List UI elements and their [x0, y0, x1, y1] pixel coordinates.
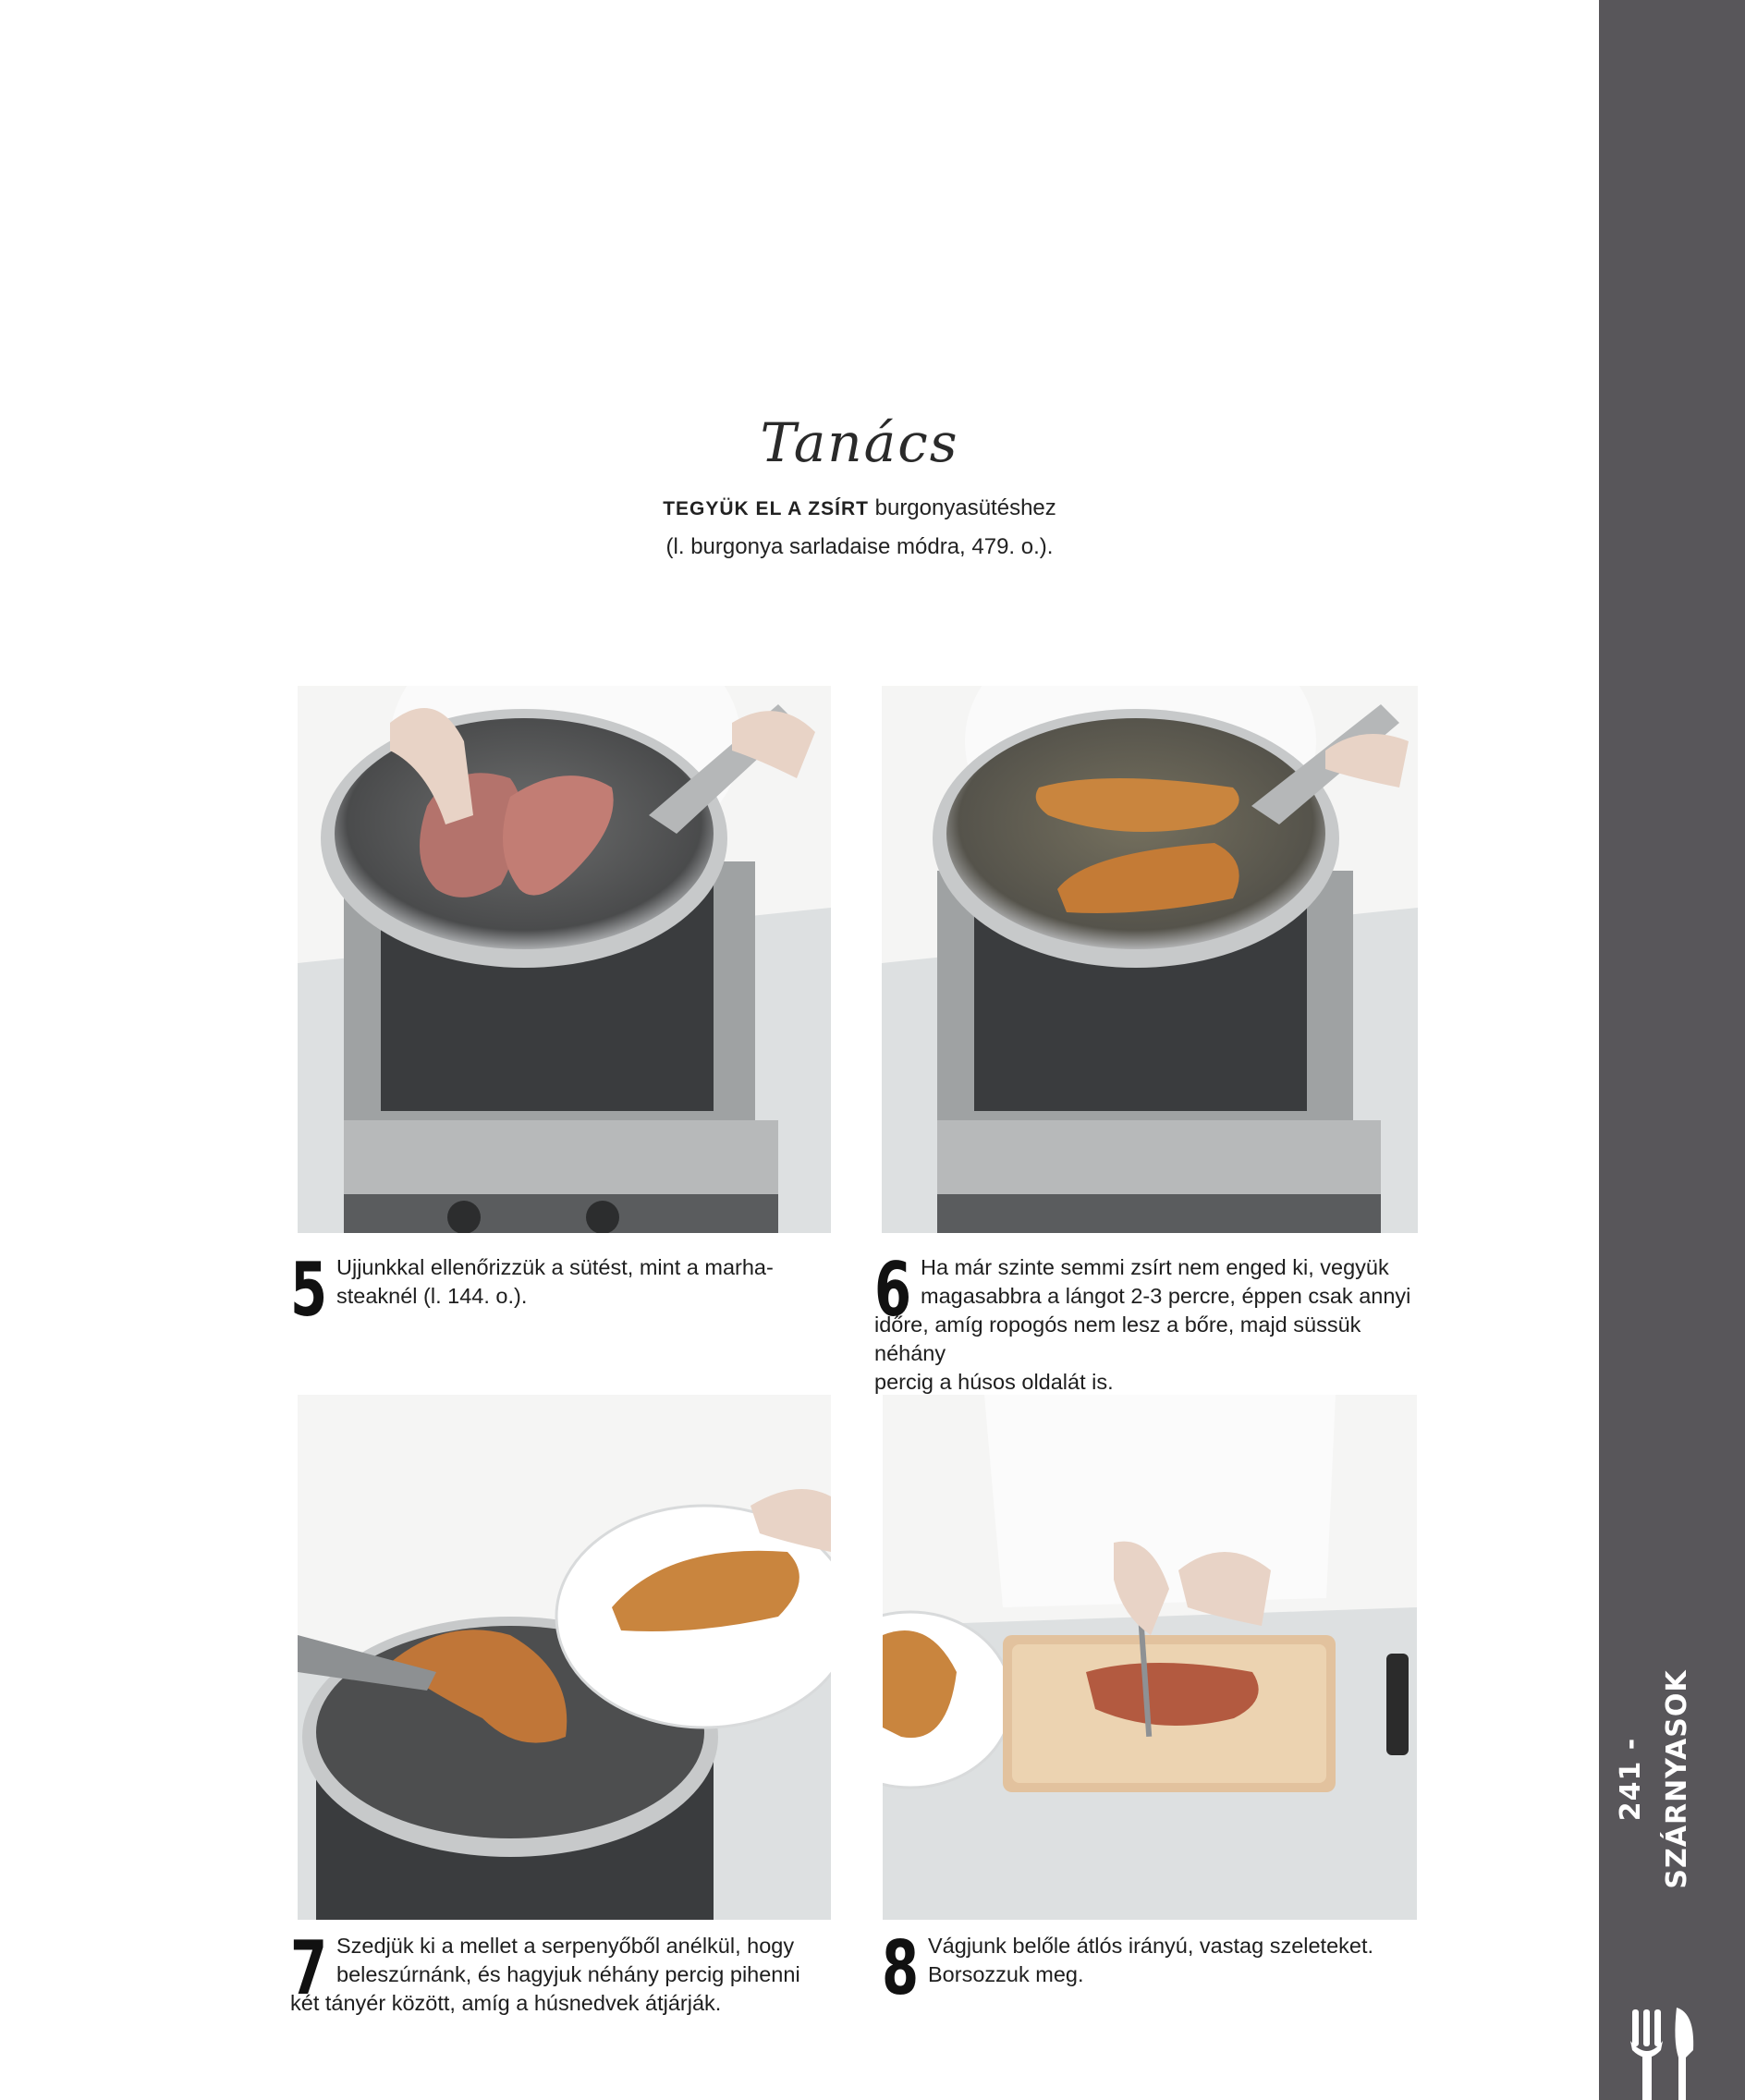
- step-line: beleszúrnánk, és hagyjuk néhány percig p…: [336, 1962, 800, 1986]
- step-line: két tányér között, amíg a húsnedvek átjá…: [290, 1991, 722, 2015]
- photo-step-8: [883, 1395, 1417, 1920]
- section-label: 241 - SZÁRNYASOK: [1615, 1669, 1693, 1889]
- tip-text-line1: TEGYÜK EL A ZSÍRT burgonyasütéshez: [0, 495, 1719, 521]
- tip-line1-rest: burgonyasütéshez: [868, 495, 1056, 520]
- step-number: 7: [290, 1925, 328, 2011]
- tip-highlight: TEGYÜK EL A ZSÍRT: [663, 498, 869, 519]
- step-line: Ha már szinte semmi zsírt nem enged ki, …: [921, 1255, 1389, 1279]
- photo-step-6: [882, 686, 1418, 1233]
- step-line: Szedjük ki a mellet a serpenyőből anélkü…: [336, 1934, 795, 1958]
- step-number: 6: [874, 1247, 912, 1333]
- photo-step-7: [298, 1395, 831, 1920]
- step-line: steaknél (l. 144. o.).: [336, 1284, 528, 1308]
- step-7: 7 Szedjük ki a mellet a serpenyőből anél…: [290, 1932, 836, 2018]
- step-line: Ujjunkkal ellenőrizzük a sütést, mint a …: [336, 1255, 774, 1279]
- photo-step-5: [298, 686, 831, 1233]
- step-6: 6 Ha már szinte semmi zsírt nem enged ki…: [874, 1253, 1420, 1397]
- tip-text-line2: (l. burgonya sarladaise módra, 479. o.).: [665, 534, 1054, 559]
- step-line: percig a húsos oldalát is.: [874, 1370, 1114, 1394]
- tip-title: Tanács: [760, 411, 959, 474]
- step-text: Ha már szinte semmi zsírt nem enged ki, …: [874, 1253, 1420, 1397]
- step-line: Borsozzuk meg.: [928, 1962, 1084, 1986]
- step-text: Ujjunkkal ellenőrizzük a sütést, mint a …: [290, 1253, 836, 1311]
- step-text: Szedjük ki a mellet a serpenyőből anélkü…: [290, 1932, 836, 2018]
- step-line: időre, amíg ropogós nem lesz a bőre, maj…: [874, 1312, 1361, 1365]
- step-line: Vágjunk belőle átlós irányú, vastag szel…: [928, 1934, 1374, 1958]
- step-line: magasabbra a lángot 2-3 percre, éppen cs…: [921, 1284, 1411, 1308]
- step-5: 5 Ujjunkkal ellenőrizzük a sütést, mint …: [290, 1253, 836, 1327]
- step-8: 8 Vágjunk belőle átlós irányú, vastag sz…: [882, 1932, 1427, 2006]
- step-number: 8: [882, 1925, 920, 2011]
- step-number: 5: [290, 1247, 328, 1333]
- step-text: Vágjunk belőle átlós irányú, vastag szel…: [882, 1932, 1427, 1989]
- cutlery-icon: [1630, 2008, 1694, 2100]
